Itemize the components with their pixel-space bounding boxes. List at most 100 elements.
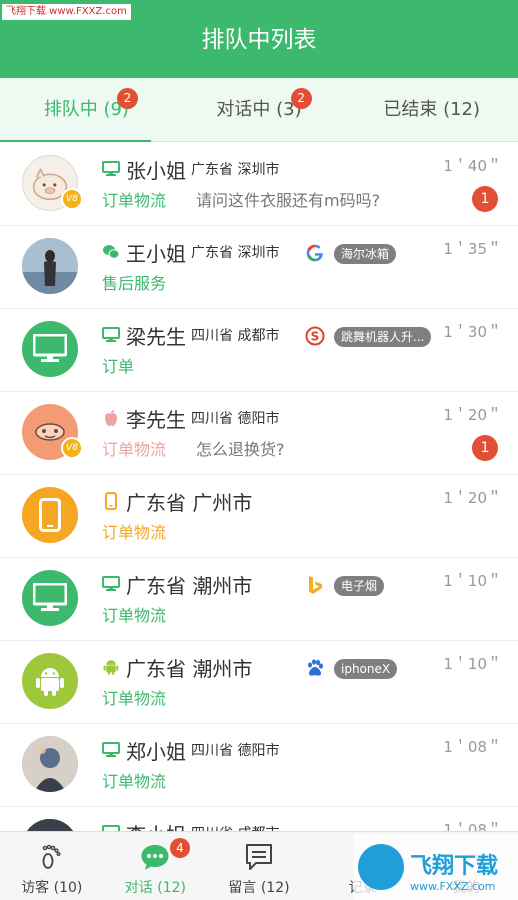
- nav-visitors[interactable]: 访客 (10): [0, 832, 104, 900]
- desktop-icon: [102, 741, 120, 759]
- desktop-avatar-icon: [33, 334, 67, 362]
- list-item[interactable]: V8 张小姐 广东省 深圳市 1＇40＂ 订单物流 请问这件衣服还有m码吗? 1: [0, 143, 518, 226]
- photo-avatar-icon: [22, 238, 78, 294]
- google-icon: [303, 241, 327, 265]
- visitor-location: 四川省 成都市: [191, 823, 279, 831]
- tab-chatting-label: 对话中 (3): [216, 99, 302, 120]
- visitor-location: 四川省 德阳市: [191, 743, 280, 759]
- search-keyword-tag: iphoneX: [334, 659, 398, 679]
- inquiry-category: 售后服务: [102, 274, 167, 293]
- wechat-icon: [102, 243, 120, 261]
- watermark-logo-text: 飞翔下载: [410, 854, 499, 879]
- desktop-icon: [102, 824, 120, 831]
- visitor-name: 张小姐: [126, 158, 186, 183]
- message-icon: [242, 840, 276, 874]
- unread-count-badge: 1: [472, 435, 498, 461]
- list-item[interactable]: 王小姐 广东省 深圳市 海尔冰箱 1＇35＂ 售后服务: [0, 226, 518, 309]
- list-item[interactable]: 梁先生 四川省 成都市 S 跳舞机器人升... 1＇30＂ 订单: [0, 309, 518, 392]
- visitor-location: 广东省 深圳市: [191, 162, 280, 178]
- sogou-icon: S: [303, 324, 327, 348]
- nav-chats-label: 对话 (12): [124, 880, 186, 896]
- visitor-location: 广东省 深圳市: [191, 245, 280, 261]
- wait-time: 1＇08＂: [443, 821, 502, 831]
- inquiry-category: 订单物流: [102, 689, 167, 708]
- vip-badge: V8: [61, 437, 83, 459]
- avatar: [22, 736, 78, 792]
- visitor-name: 李小姐: [126, 819, 186, 832]
- avatar: [22, 238, 78, 294]
- visitor-list: V8 张小姐 广东省 深圳市 1＇40＂ 订单物流 请问这件衣服还有m码吗? 1: [0, 143, 518, 831]
- mobile-phone-icon: [102, 492, 120, 510]
- desktop-avatar-icon: [33, 583, 67, 611]
- vip-badge: V8: [61, 188, 83, 210]
- search-keyword-tag: 电子烟: [334, 576, 385, 596]
- avatar: [22, 819, 78, 831]
- search-keyword-tag: 跳舞机器人升...: [334, 327, 432, 347]
- header-bar: 飞翔下载 www.FXXZ.com 排队中列表: [0, 0, 518, 78]
- tab-ended-label: 已结束 (12): [383, 99, 481, 120]
- watermark-logo: 飞翔下载 www.FXXZ.com: [354, 834, 518, 900]
- visitor-location: 四川省 成都市: [191, 328, 280, 344]
- tab-queueing[interactable]: 排队中 (9) 2: [0, 78, 173, 142]
- inquiry-category: 订单物流: [102, 606, 167, 625]
- list-item[interactable]: 广东省 潮州市 iphoneX 1＇10＂ 订单物流: [0, 641, 518, 724]
- unread-count-badge: 1: [472, 186, 498, 212]
- wait-time: 1＇10＂: [443, 572, 502, 590]
- android-avatar-icon: [36, 668, 64, 696]
- list-item[interactable]: 广东省 广州市 1＇20＂ 订单物流: [0, 475, 518, 558]
- svg-text:S: S: [311, 330, 320, 344]
- chat-bubble-icon: [138, 840, 172, 874]
- tab-chatting[interactable]: 对话中 (3) 2: [173, 78, 346, 142]
- visitor-name: 广东省 潮州市: [126, 656, 253, 681]
- list-item[interactable]: 郑小姐 四川省 德阳市 1＇08＂ 订单物流: [0, 724, 518, 807]
- avatar: [22, 321, 78, 377]
- desktop-icon: [102, 160, 120, 178]
- desktop-icon: [102, 326, 120, 344]
- visitor-name: 王小姐: [126, 241, 186, 266]
- wait-time: 1＇20＂: [443, 406, 502, 424]
- avatar: [22, 487, 78, 543]
- desktop-icon: [102, 575, 120, 593]
- visitor-name: 梁先生: [126, 324, 186, 349]
- photo-avatar-icon: [22, 736, 78, 792]
- visitor-location: 四川省 德阳市: [191, 411, 280, 427]
- tab-queueing-label: 排队中 (9): [43, 99, 129, 120]
- nav-chats-badge: 4: [170, 838, 190, 858]
- inquiry-category: 订单物流: [102, 440, 167, 459]
- nav-visitors-label: 访客 (10): [21, 880, 83, 896]
- footprints-icon: [35, 840, 69, 874]
- bing-icon: [303, 573, 327, 597]
- visitor-name: 广东省 广州市: [126, 490, 253, 515]
- wait-time: 1＇40＂: [443, 157, 502, 175]
- apple-icon: [102, 409, 120, 427]
- status-tabs: 排队中 (9) 2 对话中 (3) 2 已结束 (12): [0, 78, 518, 142]
- watermark-logo-icon: [358, 844, 404, 890]
- last-message: 怎么退换货?: [196, 440, 285, 459]
- list-item[interactable]: 广东省 潮州市 电子烟 1＇10＂ 订单物流: [0, 558, 518, 641]
- list-item[interactable]: V8 李先生 四川省 德阳市 1＇20＂ 订单物流 怎么退换货? 1: [0, 392, 518, 475]
- wait-time: 1＇08＂: [443, 738, 502, 756]
- nav-messages[interactable]: 留言 (12): [207, 832, 311, 900]
- visitor-name: 广东省 潮州市: [126, 573, 253, 598]
- nav-chats[interactable]: 对话 (12): [104, 832, 208, 900]
- tab-queueing-badge: 2: [117, 88, 138, 109]
- last-message: 请问这件衣服还有m码吗?: [196, 191, 381, 210]
- page-title: 排队中列表: [201, 27, 317, 53]
- baidu-icon: [303, 656, 327, 680]
- android-icon: [102, 658, 120, 676]
- list-item[interactable]: 李小姐 四川省 成都市 1＇08＂: [0, 807, 518, 831]
- watermark-url: www.FXXZ.com: [410, 880, 496, 893]
- wait-time: 1＇30＂: [443, 323, 502, 341]
- avatar: [22, 570, 78, 626]
- inquiry-category: 订单物流: [102, 191, 167, 210]
- mobile-phone-avatar-icon: [39, 498, 61, 532]
- wait-time: 1＇10＂: [443, 655, 502, 673]
- wait-time: 1＇20＂: [443, 489, 502, 507]
- visitor-name: 李先生: [126, 407, 186, 432]
- inquiry-category: 订单物流: [102, 772, 167, 791]
- wait-time: 1＇35＂: [443, 240, 502, 258]
- avatar: [22, 653, 78, 709]
- app-screen: 飞翔下载 www.FXXZ.com 排队中列表 排队中 (9) 2 对话中 (3…: [0, 0, 518, 900]
- tab-ended[interactable]: 已结束 (12): [345, 78, 518, 142]
- nav-messages-label: 留言 (12): [228, 880, 290, 896]
